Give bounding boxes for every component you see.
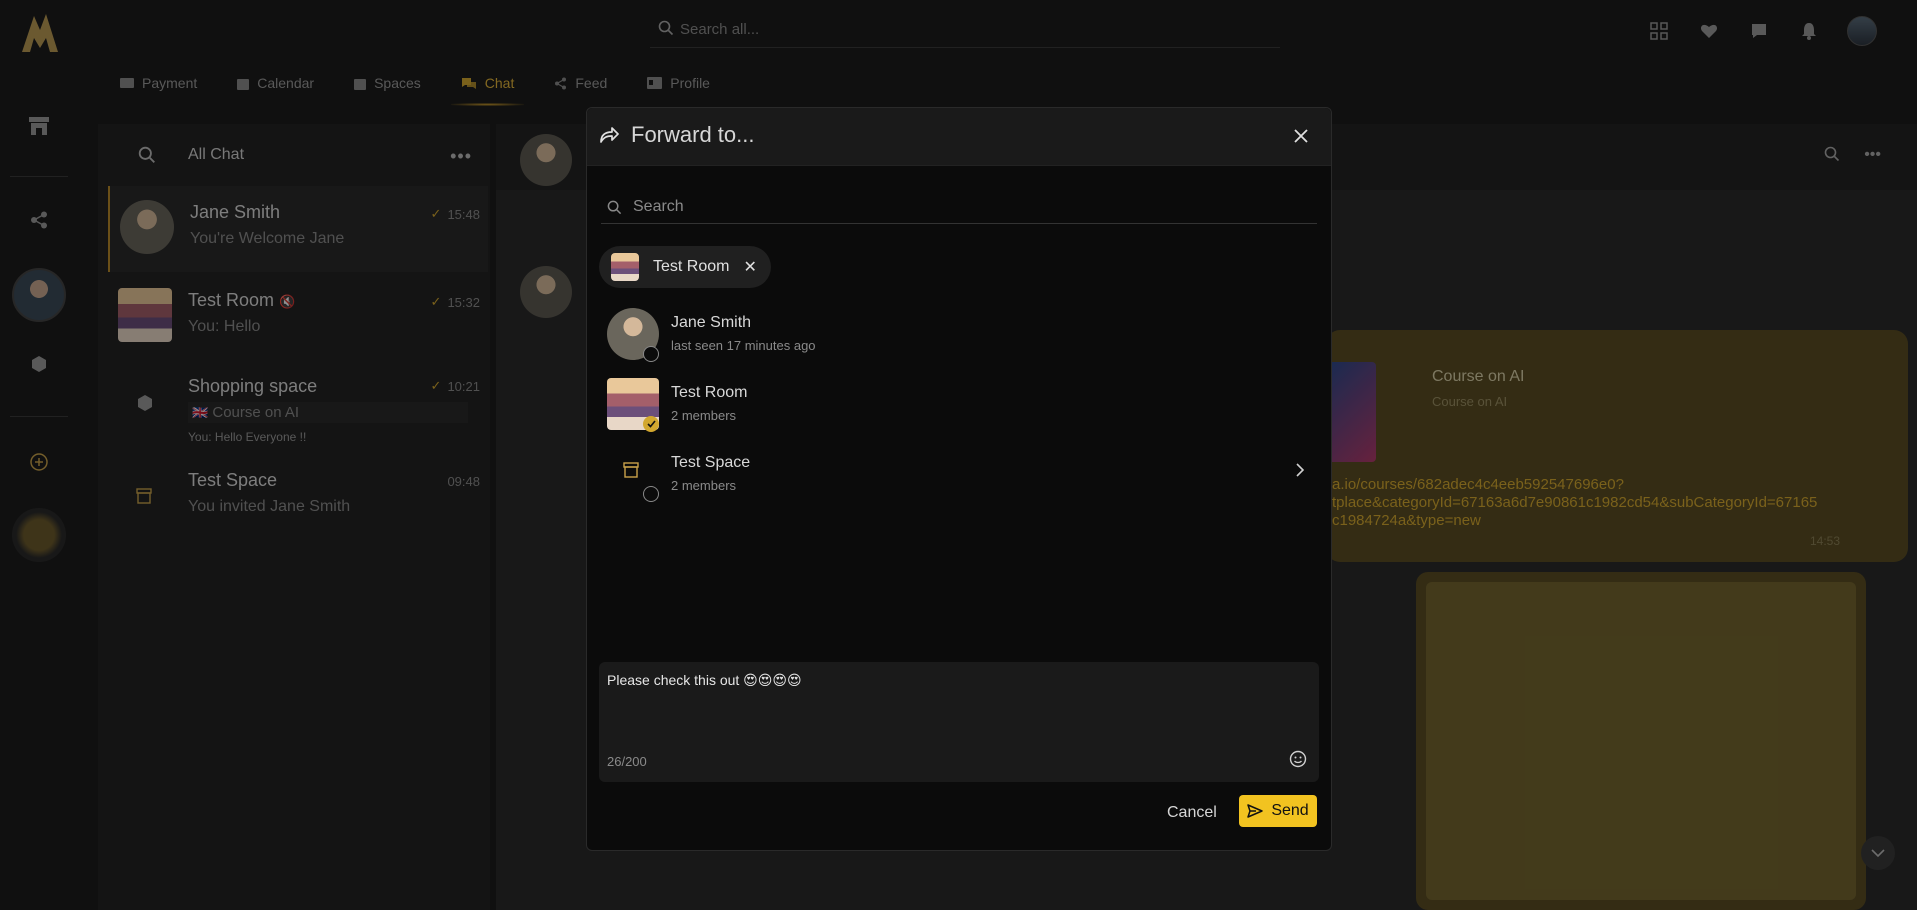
dialog-header: Forward to... <box>587 108 1331 166</box>
message-text[interactable]: Please check this out 😍😍😍😍 <box>607 672 802 689</box>
recipient-status: 2 members <box>671 478 737 493</box>
recipient-search <box>601 194 1317 224</box>
remove-chip-icon[interactable]: ✕ <box>743 257 756 277</box>
recipient-search-input[interactable] <box>633 198 1293 216</box>
recipient-name: Test Room <box>671 384 748 401</box>
recipient-status: 2 members <box>671 408 737 423</box>
character-counter: 26/200 <box>607 754 647 769</box>
recipient-name: Test Space <box>671 454 751 471</box>
send-button-label: Send <box>1271 802 1309 819</box>
close-icon <box>1294 129 1308 143</box>
cancel-button[interactable]: Cancel <box>1167 804 1217 822</box>
chip-thumbnail <box>611 253 639 281</box>
send-button[interactable]: Send <box>1239 795 1317 827</box>
select-radio[interactable] <box>643 486 659 502</box>
forward-dialog: Forward to... Test Room ✕ Jane Smith las… <box>586 107 1332 851</box>
dialog-title: Forward to... <box>631 122 755 147</box>
recipient-name: Jane Smith <box>671 314 752 331</box>
check-icon <box>646 420 656 428</box>
recipient-test-space[interactable]: Test Space 2 members <box>599 444 1319 506</box>
recipient-status: last seen 17 minutes ago <box>671 338 816 353</box>
message-input[interactable]: Please check this out 😍😍😍😍 26/200 <box>599 662 1319 782</box>
emoji-icon[interactable] <box>1289 750 1307 768</box>
recipient-test-room[interactable]: Test Room 2 members <box>599 374 1319 436</box>
chevron-right-icon[interactable] <box>1295 462 1305 478</box>
selected-recipient-chip: Test Room ✕ <box>599 246 771 288</box>
close-button[interactable] <box>1289 124 1313 148</box>
chip-label: Test Room <box>653 258 730 275</box>
recipient-jane-smith[interactable]: Jane Smith last seen 17 minutes ago <box>599 304 1319 366</box>
archive-box-icon <box>623 462 639 478</box>
forward-icon <box>600 127 619 143</box>
send-icon <box>1247 804 1264 818</box>
search-icon <box>607 200 622 215</box>
select-radio[interactable] <box>643 346 659 362</box>
select-radio[interactable] <box>643 416 659 432</box>
